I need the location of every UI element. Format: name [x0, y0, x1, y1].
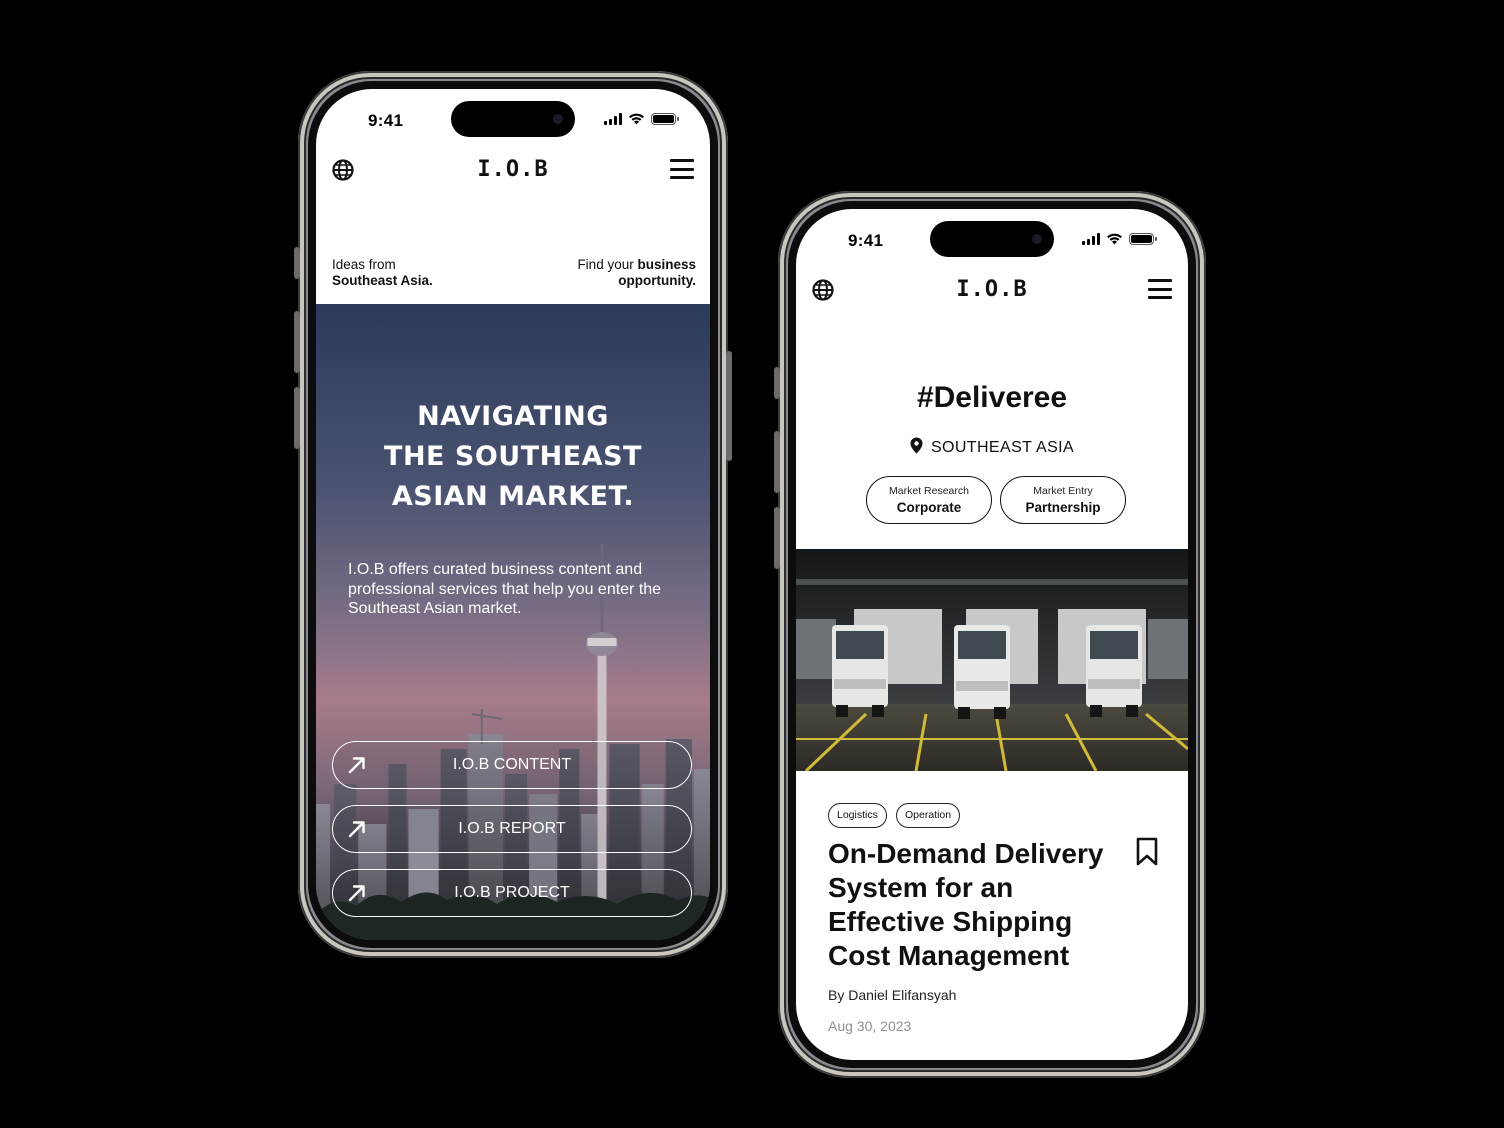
- phone-company-screen: 9:41 I.O.B #Deliveree SOUTHEAST ASIA Mar…: [774, 191, 1206, 1078]
- iob-content-button[interactable]: I.O.B CONTENT: [332, 741, 692, 789]
- arrow-up-right-icon: [348, 757, 365, 774]
- tagline-right-bold: business: [637, 257, 696, 272]
- wifi-icon: [629, 113, 644, 125]
- hero-headline: NAVIGATING THE SOUTHEAST ASIAN MARKET.: [316, 397, 710, 517]
- volume-up-button: [294, 311, 300, 373]
- tagline-right-line2: opportunity.: [618, 273, 696, 288]
- company-screen: 9:41 I.O.B #Deliveree SOUTHEAST ASIA Mar…: [796, 209, 1188, 1060]
- service-pill-partnership[interactable]: Market Entry Partnership: [1000, 476, 1126, 524]
- wifi-icon: [1107, 233, 1122, 245]
- arrow-up-right-icon: [348, 821, 365, 838]
- arrow-up-right-icon: [348, 885, 365, 902]
- status-time: 9:41: [848, 231, 884, 250]
- tagline-left-line2: Southeast Asia.: [332, 273, 433, 288]
- status-bar: 9:41: [316, 89, 710, 149]
- tag-chip-logistics[interactable]: Logistics: [828, 803, 887, 828]
- battery-icon: [1129, 233, 1157, 245]
- brand-logo[interactable]: I.O.B: [316, 157, 710, 182]
- location-label: SOUTHEAST ASIA: [930, 439, 1075, 456]
- service-type: Corporate: [896, 500, 962, 515]
- cellular-signal-icon: [604, 113, 622, 125]
- action-button: [294, 247, 300, 279]
- camera-icon: [1032, 234, 1042, 244]
- iob-content-label: I.O.B CONTENT: [452, 756, 572, 773]
- dynamic-island: [930, 221, 1054, 257]
- side-button: [726, 351, 732, 461]
- service-type: Partnership: [1025, 500, 1101, 515]
- status-time: 9:41: [368, 111, 404, 130]
- hero-headline-line3: ASIAN MARKET.: [391, 481, 635, 512]
- phone-home-screen: 9:41 I.O.B Ideas from Southeast Asia. Fi…: [294, 71, 732, 958]
- volume-down-button: [774, 507, 780, 569]
- cellular-signal-icon: [1082, 233, 1100, 245]
- iob-report-label: I.O.B REPORT: [458, 820, 566, 837]
- article-date: Aug 30, 2023: [828, 1018, 912, 1034]
- dynamic-island: [451, 101, 575, 137]
- hamburger-menu-icon[interactable]: [1148, 279, 1172, 299]
- tagline-left-line1: Ideas from: [332, 257, 396, 272]
- service-category: Market Research: [889, 485, 969, 497]
- bookmark-icon[interactable]: [1136, 837, 1158, 867]
- article-author: By Daniel Elifansyah: [828, 987, 957, 1003]
- location-pin-icon: [910, 437, 923, 454]
- tag-chip-operation[interactable]: Operation: [896, 803, 961, 828]
- hamburger-menu-icon[interactable]: [670, 159, 694, 179]
- volume-down-button: [294, 387, 300, 449]
- delivery-trucks-image: [796, 549, 1188, 771]
- top-nav: I.O.B: [796, 271, 1188, 311]
- tagline-left: Ideas from Southeast Asia.: [332, 257, 433, 289]
- article-image-trucks[interactable]: [796, 549, 1188, 771]
- home-screen: 9:41 I.O.B Ideas from Southeast Asia. Fi…: [316, 89, 710, 940]
- camera-icon: [553, 114, 563, 124]
- hero-description: I.O.B offers curated business content an…: [348, 561, 662, 617]
- volume-up-button: [774, 431, 780, 493]
- action-button: [774, 367, 780, 399]
- article-title[interactable]: On-Demand Delivery System for an Effecti…: [828, 837, 1128, 973]
- company-location: SOUTHEAST ASIA: [796, 437, 1188, 457]
- hero-headline-line1: NAVIGATING: [417, 401, 609, 432]
- tagline-right-line1: Find your: [577, 257, 638, 272]
- iob-project-label: I.O.B PROJECT: [454, 884, 570, 901]
- company-hashtag: #Deliveree: [916, 381, 1068, 414]
- battery-icon: [651, 113, 679, 125]
- status-bar: 9:41: [796, 209, 1188, 269]
- top-nav: I.O.B: [316, 151, 710, 191]
- service-category: Market Entry: [1033, 485, 1093, 497]
- iob-project-button[interactable]: I.O.B PROJECT: [332, 869, 692, 917]
- service-pill-corporate[interactable]: Market Research Corporate: [866, 476, 992, 524]
- hero-headline-line2: THE SOUTHEAST: [384, 441, 642, 472]
- brand-logo[interactable]: I.O.B: [796, 277, 1188, 302]
- iob-report-button[interactable]: I.O.B REPORT: [332, 805, 692, 853]
- tagline-right: Find your business opportunity.: [577, 257, 696, 289]
